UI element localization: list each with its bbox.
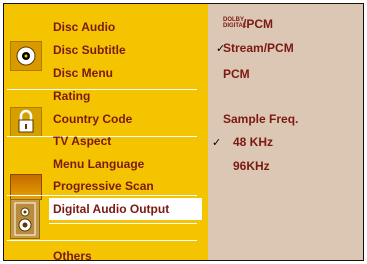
menu-item-others[interactable]: Others [53,245,92,260]
menu-divider [7,240,197,241]
menu-divider [49,223,197,224]
menu-item-digital-audio-output[interactable]: Digital Audio Output [49,198,202,220]
menu-item-menu-language[interactable]: Menu Language [53,153,144,175]
disc-icon [10,41,42,71]
submenu-options-panel: DOLBY DIGITAL /PCM ✓ Stream/PCM PCM Samp… [208,4,363,260]
menu-item-disc-subtitle[interactable]: Disc Subtitle [53,39,126,61]
lock-icon [10,107,42,137]
dvd-setup-menu: Disc Audio Disc Subtitle Disc Menu Ratin… [3,3,364,261]
option-dolby-pcm[interactable]: /PCM [243,17,273,31]
setup-category-panel: Disc Audio Disc Subtitle Disc Menu Ratin… [4,4,208,260]
menu-item-rating[interactable]: Rating [53,85,90,107]
screen-icon [10,174,42,200]
menu-item-country-code[interactable]: Country Code [53,108,132,130]
menu-item-progressive-scan[interactable]: Progressive Scan [53,175,154,197]
sample-freq-title: Sample Freq. [223,112,299,126]
menu-divider [7,89,197,90]
menu-item-tv-aspect[interactable]: TV Aspect [53,130,111,152]
menu-item-disc-menu[interactable]: Disc Menu [53,62,113,84]
check-icon: ✓ [212,137,222,149]
option-pcm[interactable]: PCM [223,67,250,81]
option-48khz[interactable]: 48 KHz [233,135,273,149]
option-96khz[interactable]: 96KHz [233,159,270,173]
speaker-icon [10,199,40,239]
menu-item-disc-audio[interactable]: Disc Audio [53,16,115,38]
option-stream-pcm[interactable]: Stream/PCM [223,41,294,55]
